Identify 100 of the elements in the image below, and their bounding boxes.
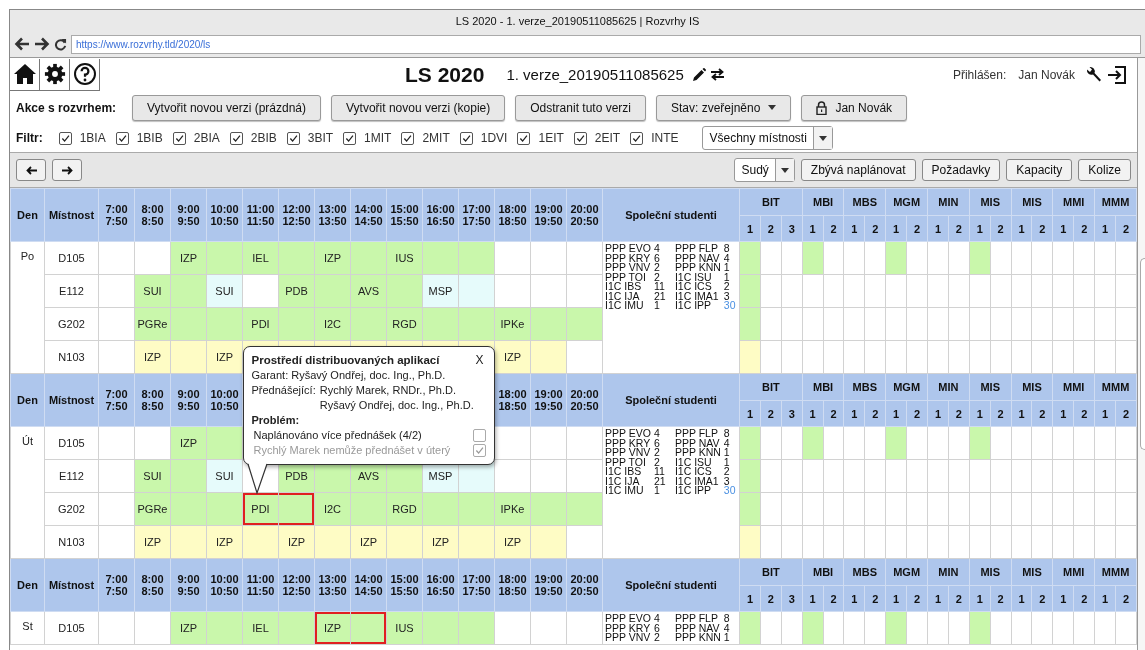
toolbar-button[interactable]: Kolize [1078,159,1131,181]
student-count: 2 [653,633,661,643]
status-dropdown[interactable]: Stav: zveřejněno [656,94,792,121]
student-count: 4 [723,253,731,263]
action-button[interactable]: Vytvořit novou verzi (kopie) [331,94,506,121]
course-code: PPP VNV [605,263,651,273]
time-header: 17:00 17:50 [458,558,495,612]
checkbox[interactable] [573,131,587,145]
next-button[interactable] [52,159,82,181]
course-code: PPP TOI [605,457,646,467]
student-count: 6 [653,438,661,448]
action-button[interactable]: Vytvořit novou verzi (prázdná) [132,94,321,121]
time-header: 9:00 9:50 [170,373,207,427]
filter-option: 2MIT [422,131,450,145]
room-name: D105 [44,426,99,460]
course-code: PPP VNV [605,633,651,643]
settings-button[interactable] [40,58,70,91]
course-code: PPP NAV [674,253,721,263]
column-header: Společní studenti [602,373,740,427]
program-header: MIS [969,188,1012,216]
program-header: MIN [927,188,970,216]
page-title: LS 2020 [405,62,485,87]
close-button[interactable]: X [473,353,486,367]
filter-option: INTE [651,131,679,145]
toolbar-button[interactable]: Požadavky [921,159,1001,181]
problem-text: Naplánováno více přednášek (4/2) [253,427,422,443]
reload-icon [54,37,67,51]
lecturer-name: Ryšavý Ondřej, doc. Ing., Ph.D. [319,397,474,413]
room-select[interactable]: Všechny místnosti [702,126,833,150]
forward-icon [34,37,50,51]
help-icon [72,62,97,86]
course-code: PPP EVO [605,614,651,624]
actions-label: Akce s rozvrhem: [16,100,117,115]
scrollbar-thumb[interactable] [1140,258,1145,450]
previous-button[interactable] [16,159,46,181]
course-code: I1C IMU [605,301,645,311]
student-count: 4 [653,429,661,439]
login-label: Přihlášen: [952,67,1007,82]
student-count: 4 [653,614,661,624]
course-code: I1C IMU [605,486,645,496]
checkbox[interactable] [286,131,300,145]
course-code: PPP KRY [605,438,651,448]
checkbox[interactable] [229,131,243,145]
day-label: Po [20,250,35,262]
lock-button[interactable]: Jan Novák [801,94,908,121]
action-button[interactable]: Odstranit tuto verzi [515,94,646,121]
course-code: PPP NAV [674,438,721,448]
day-label: Út [22,435,33,447]
course-code: PPP KNN [674,263,721,273]
checkbox[interactable] [472,428,486,442]
program-header: MGM [885,188,928,216]
course-code: PPP EVO [605,244,651,254]
time-header: 12:00 12:50 [278,558,315,612]
column-header: Společní studenti [602,188,740,242]
student-count: 1 [653,486,660,496]
checkbox[interactable] [517,131,531,145]
time-header: 11:00 11:50 [242,558,279,612]
checkbox[interactable] [401,131,415,145]
filter-option: 1EIT [538,131,564,145]
student-count: 21 [653,476,667,486]
filter-option: 2EIT [594,131,621,145]
week-select[interactable]: Sudý [734,158,795,182]
filter-option: 1MIT [364,131,392,145]
student-count: 2 [653,272,660,282]
student-count: 30 [723,486,737,496]
filter-option: 2BIA [193,131,220,145]
time-header: 13:00 13:50 [314,558,351,612]
program-header: MMM [1094,188,1137,216]
course-code: PPP FLP [674,244,719,254]
url-field[interactable]: https://www.rozvrhy.tld/2020/ls [71,34,1141,54]
checkbox[interactable] [115,131,129,145]
time-header: 16:00 16:50 [422,188,459,242]
checkbox[interactable] [58,131,72,145]
help-button[interactable] [70,58,100,91]
toolbar-button[interactable]: Zbývá naplánovat [800,159,916,181]
time-header: 20:00 20:50 [566,188,603,242]
student-count: 8 [723,244,731,254]
filter-option: 1BIB [136,131,163,145]
program-header: MBI [802,188,844,216]
checkbox[interactable] [459,131,473,145]
checkbox[interactable] [343,131,357,145]
course-code: I1C IMA1 [674,476,720,486]
filter-option: 1BIA [79,131,106,145]
course-code: PPP NAV [674,623,721,633]
student-count: 4 [653,244,661,254]
checkbox[interactable] [630,131,644,145]
logout-icon [1107,64,1127,85]
time-header: 7:00 7:50 [98,373,135,427]
checkbox[interactable] [172,131,186,145]
room-name: E112 [44,274,99,308]
pencil-icon [691,67,706,82]
toolbar-button[interactable]: Kapacity [1006,159,1073,181]
course-code: I1C IMA1 [674,291,720,301]
checkbox[interactable] [472,443,486,457]
student-count: 2 [723,282,731,292]
home-button[interactable] [10,58,40,91]
time-header: 18:00 18:50 [494,558,531,612]
room-name: G202 [44,307,99,341]
student-count: 1 [723,263,731,273]
filter-option: 3BIT [307,131,334,145]
